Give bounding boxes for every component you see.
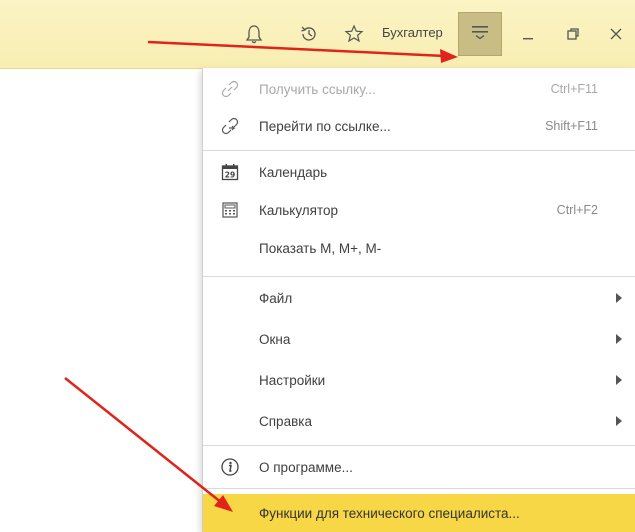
minimize-icon[interactable] xyxy=(515,21,541,47)
hamburger-menu-icon xyxy=(471,24,489,45)
title-bar: Бухгалтер xyxy=(0,0,635,69)
calendar-icon: 29 xyxy=(219,161,241,183)
menu-item-file[interactable]: Файл xyxy=(203,279,635,317)
link-icon xyxy=(219,78,241,100)
menu-item-label: Настройки xyxy=(259,372,326,388)
go-to-link-icon xyxy=(219,115,241,137)
main-menu-dropdown: Получить ссылку... Ctrl+F11 Перейти по с… xyxy=(202,68,635,532)
restore-icon[interactable] xyxy=(560,21,586,47)
menu-separator xyxy=(203,488,635,489)
menu-item-show-memory[interactable]: Показать М, М+, М- xyxy=(203,229,635,267)
menu-item-help[interactable]: Справка xyxy=(203,402,635,440)
star-icon[interactable] xyxy=(341,21,367,47)
menu-item-shortcut: Ctrl+F2 xyxy=(556,203,598,217)
menu-item-get-link[interactable]: Получить ссылку... Ctrl+F11 xyxy=(203,70,635,108)
menu-item-label: Файл xyxy=(259,290,293,306)
menu-separator xyxy=(203,276,635,277)
menu-item-calendar[interactable]: 29 Календарь xyxy=(203,153,635,191)
menu-item-label: Перейти по ссылке... xyxy=(259,118,391,134)
menu-item-label: Окна xyxy=(259,331,291,347)
menu-item-label: Калькулятор xyxy=(259,202,339,218)
menu-item-calculator[interactable]: Калькулятор Ctrl+F2 xyxy=(203,191,635,229)
menu-separator xyxy=(203,445,635,446)
menu-item-label: Получить ссылку... xyxy=(259,81,376,97)
menu-item-about[interactable]: О программе... xyxy=(203,448,635,486)
info-icon xyxy=(219,456,241,478)
menu-item-technical-specialist-functions[interactable]: Функции для технического специалиста... xyxy=(203,494,635,532)
menu-item-go-to-link[interactable]: Перейти по ссылке... Shift+F11 xyxy=(203,107,635,145)
menu-item-label: Календарь xyxy=(259,164,328,180)
submenu-arrow-icon xyxy=(616,375,622,385)
menu-item-shortcut: Shift+F11 xyxy=(545,119,598,133)
calendar-day-number: 29 xyxy=(225,171,235,180)
menu-item-label: Справка xyxy=(259,413,312,429)
menu-item-windows[interactable]: Окна xyxy=(203,320,635,358)
menu-separator xyxy=(203,150,635,151)
submenu-arrow-icon xyxy=(616,293,622,303)
menu-item-label: Показать М, М+, М- xyxy=(259,240,382,256)
close-icon[interactable] xyxy=(603,21,629,47)
menu-item-shortcut: Ctrl+F11 xyxy=(550,82,598,96)
submenu-arrow-icon xyxy=(616,416,622,426)
calculator-icon xyxy=(219,199,241,221)
main-menu-button[interactable] xyxy=(458,12,502,56)
menu-item-settings[interactable]: Настройки xyxy=(203,361,635,399)
user-name[interactable]: Бухгалтер xyxy=(382,25,443,40)
submenu-arrow-icon xyxy=(616,334,622,344)
history-icon[interactable] xyxy=(296,21,322,47)
menu-item-label: Функции для технического специалиста... xyxy=(259,505,520,521)
bell-icon[interactable] xyxy=(241,21,267,47)
menu-item-label: О программе... xyxy=(259,459,353,475)
